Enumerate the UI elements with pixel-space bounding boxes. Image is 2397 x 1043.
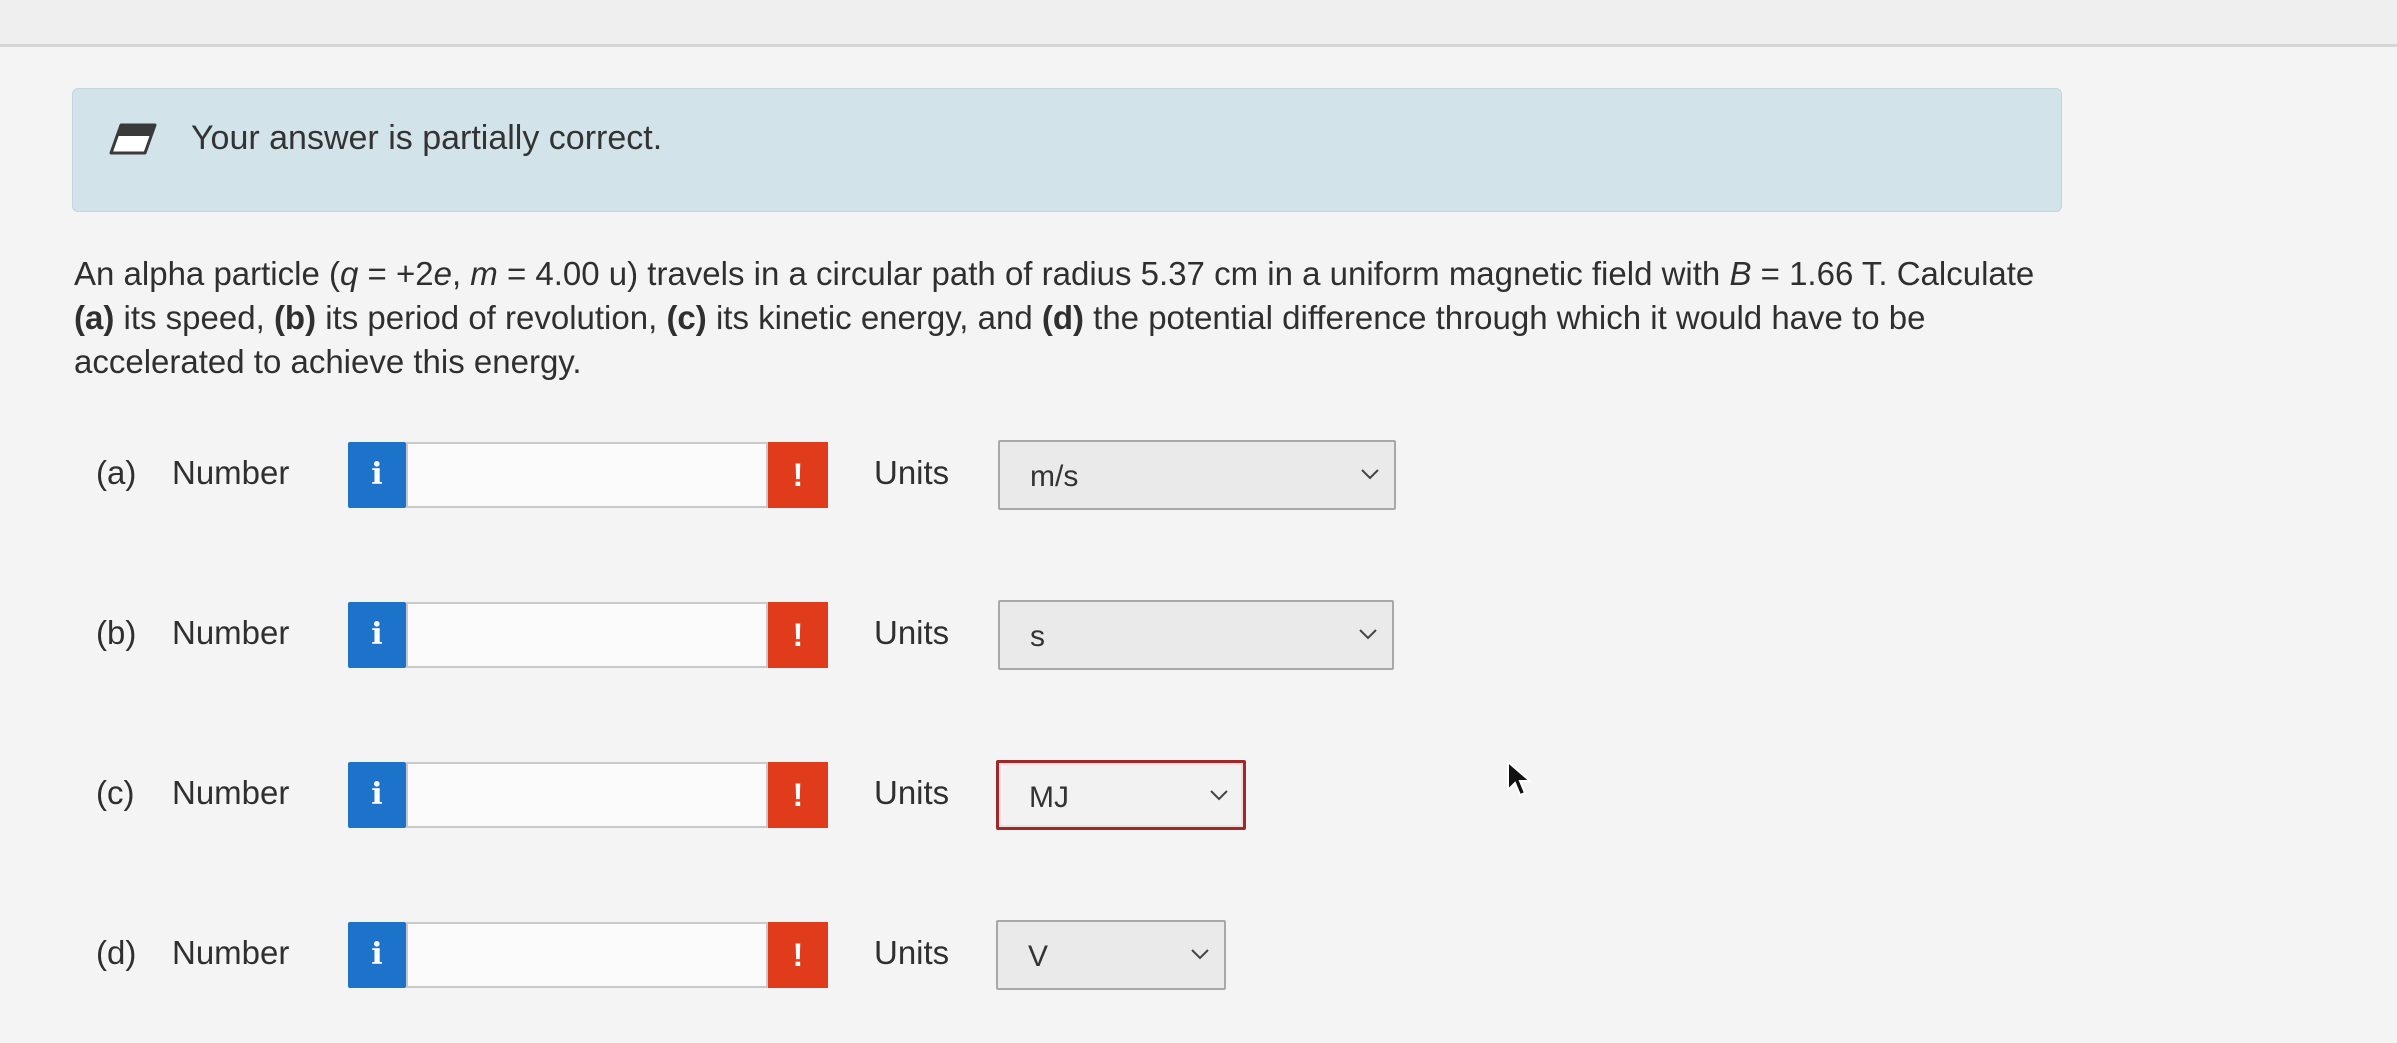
- selected-unit: s: [1030, 620, 1045, 653]
- number-label: Number: [172, 454, 290, 491]
- units-select-a[interactable]: m/s: [998, 440, 1396, 510]
- units-label: Units: [874, 454, 950, 491]
- number-input-a[interactable]: [406, 442, 768, 508]
- part-label: (a): [96, 454, 137, 491]
- selected-unit: V: [1028, 940, 1049, 973]
- top-strip: [0, 0, 2397, 44]
- answer-row-b: (b) Number i ! Units s: [0, 596, 2397, 676]
- pencil-eraser-icon: [109, 123, 157, 155]
- chevron-down-icon: [1361, 469, 1379, 480]
- number-label: Number: [172, 614, 290, 651]
- answer-row-c: (c) Number i ! Units MJ: [0, 756, 2397, 836]
- warning-button[interactable]: !: [768, 602, 828, 668]
- number-input-d[interactable]: [406, 922, 768, 988]
- notice-message: Your answer is partially correct.: [191, 119, 663, 157]
- part-label: (b): [96, 614, 137, 651]
- warning-button[interactable]: !: [768, 762, 828, 828]
- part-label: (c): [96, 774, 135, 811]
- answer-row-d: (d) Number i ! Units V: [0, 916, 2397, 996]
- partial-correct-notice: Your answer is partially correct.: [72, 88, 2062, 212]
- units-label: Units: [874, 614, 950, 651]
- warning-button[interactable]: !: [768, 442, 828, 508]
- info-button[interactable]: i: [348, 442, 406, 508]
- number-input-b[interactable]: [406, 602, 768, 668]
- units-label: Units: [874, 934, 950, 971]
- units-select-d[interactable]: V: [996, 920, 1226, 990]
- units-label: Units: [874, 774, 950, 811]
- mouse-pointer-icon: [1507, 760, 1533, 797]
- info-button[interactable]: i: [348, 922, 406, 988]
- selected-unit: MJ: [1029, 781, 1069, 814]
- warning-button[interactable]: !: [768, 922, 828, 988]
- units-select-c[interactable]: MJ: [996, 760, 1246, 830]
- number-label: Number: [172, 774, 290, 811]
- answer-row-a: (a) Number i ! Units m/s: [0, 436, 2397, 516]
- selected-unit: m/s: [1030, 460, 1079, 493]
- chevron-down-icon: [1359, 629, 1377, 640]
- number-label: Number: [172, 934, 290, 971]
- chevron-down-icon: [1191, 949, 1209, 960]
- number-input-c[interactable]: [406, 762, 768, 828]
- question-text: An alpha particle (q = +2e, m = 4.00 u) …: [74, 255, 2035, 380]
- chevron-down-icon: [1210, 790, 1228, 801]
- units-select-b[interactable]: s: [998, 600, 1394, 670]
- info-button[interactable]: i: [348, 762, 406, 828]
- info-button[interactable]: i: [348, 602, 406, 668]
- part-label: (d): [96, 934, 137, 971]
